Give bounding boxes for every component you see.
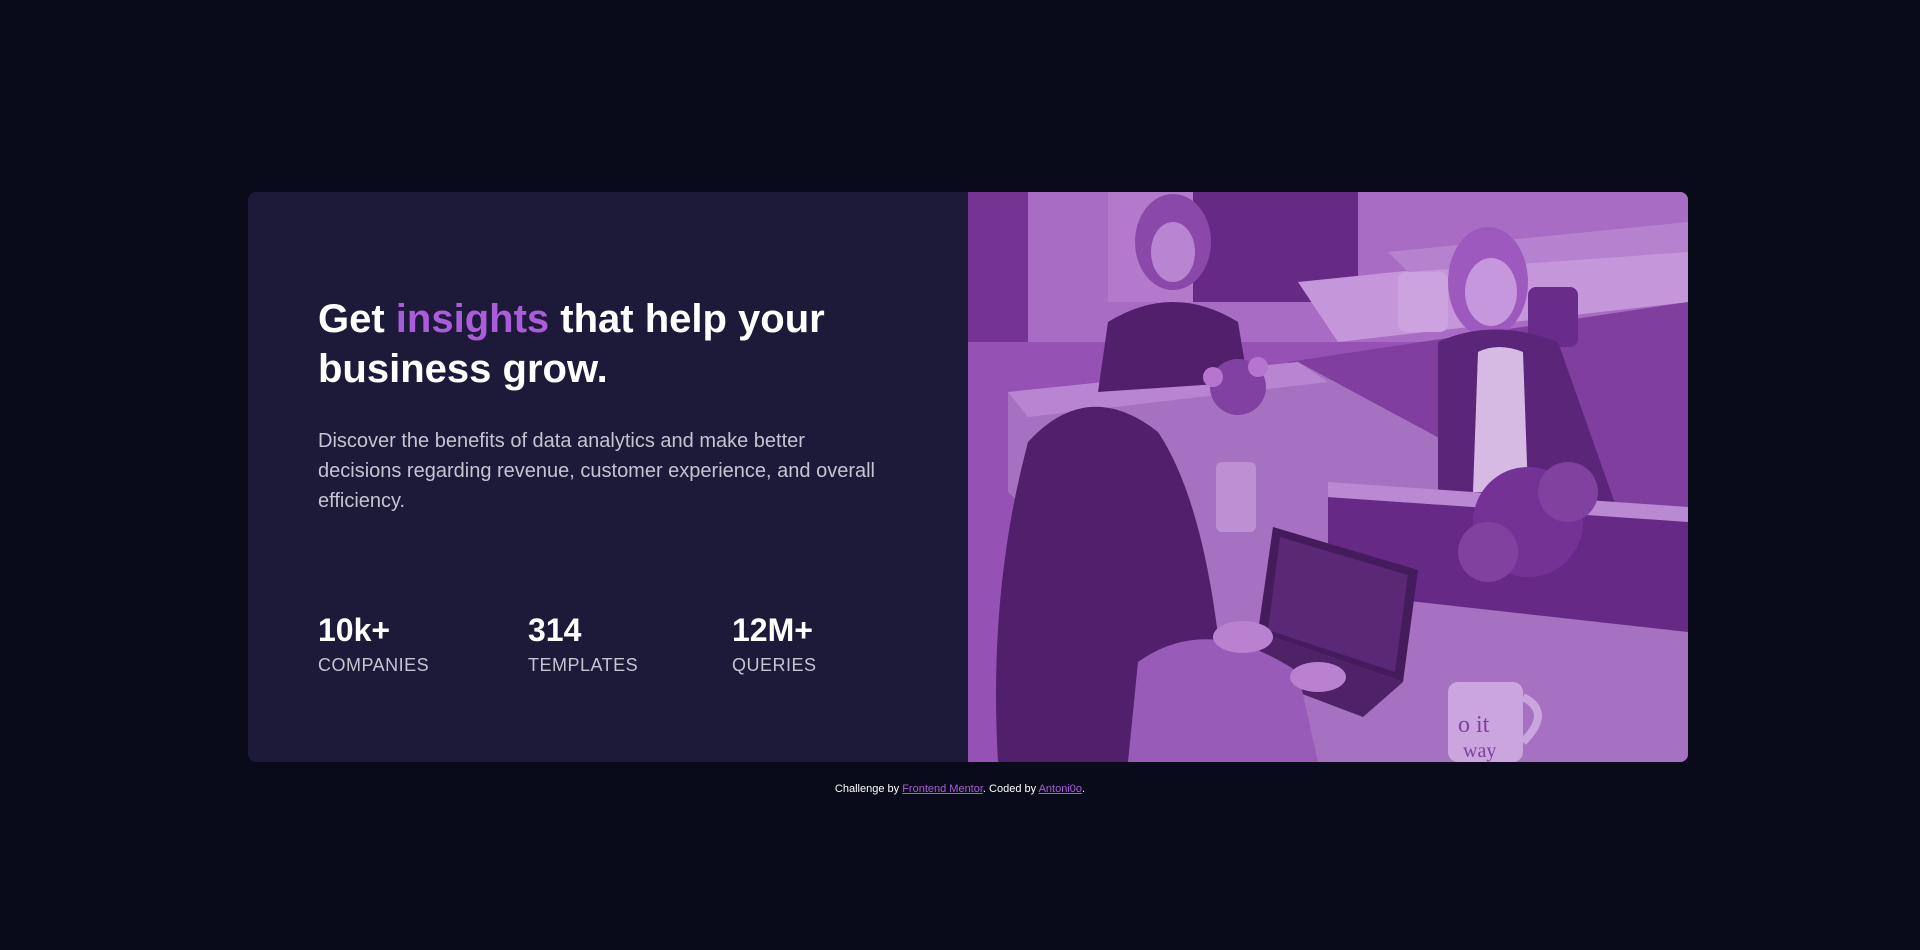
description: Discover the benefits of data analytics … bbox=[318, 430, 875, 512]
header-image: o it way bbox=[968, 192, 1688, 762]
stat-label: COMPANIES bbox=[318, 655, 430, 675]
card-text-panel: Get insights that help your business gro… bbox=[248, 192, 968, 762]
headline-prefix: Get bbox=[318, 297, 396, 341]
attribution-prefix: Challenge by bbox=[834, 783, 903, 795]
stat-companies: 10k+ COMPANIES bbox=[318, 610, 429, 676]
stat-value: 12M+ bbox=[732, 612, 813, 648]
stat-label: QUERIES bbox=[732, 655, 817, 675]
attribution-suffix: . bbox=[1082, 783, 1086, 795]
attribution-middle: . Coded by bbox=[982, 783, 1039, 795]
author-link[interactable]: Antoni0o bbox=[1039, 783, 1082, 795]
stat-templates: 314 TEMPLATES bbox=[528, 610, 638, 676]
stat-value: 314 bbox=[528, 612, 582, 648]
headline: Get insights that help your business gro… bbox=[318, 294, 878, 394]
stat-queries: 12M+ QUERIES bbox=[732, 610, 817, 676]
office-photo-illustration: o it way bbox=[968, 192, 1688, 762]
attribution: Challenge by Frontend Mentor. Coded by A… bbox=[0, 782, 1920, 796]
stats-row: 10k+ COMPANIES 314 TEMPLATES 12M+ QUERIE… bbox=[318, 610, 918, 700]
frontend-mentor-link[interactable]: Frontend Mentor bbox=[902, 783, 983, 795]
stat-value: 10k+ bbox=[318, 612, 391, 648]
stat-label: TEMPLATES bbox=[528, 655, 639, 675]
headline-accent: insights bbox=[395, 297, 550, 341]
stats-preview-card: Get insights that help your business gro… bbox=[248, 192, 1688, 762]
